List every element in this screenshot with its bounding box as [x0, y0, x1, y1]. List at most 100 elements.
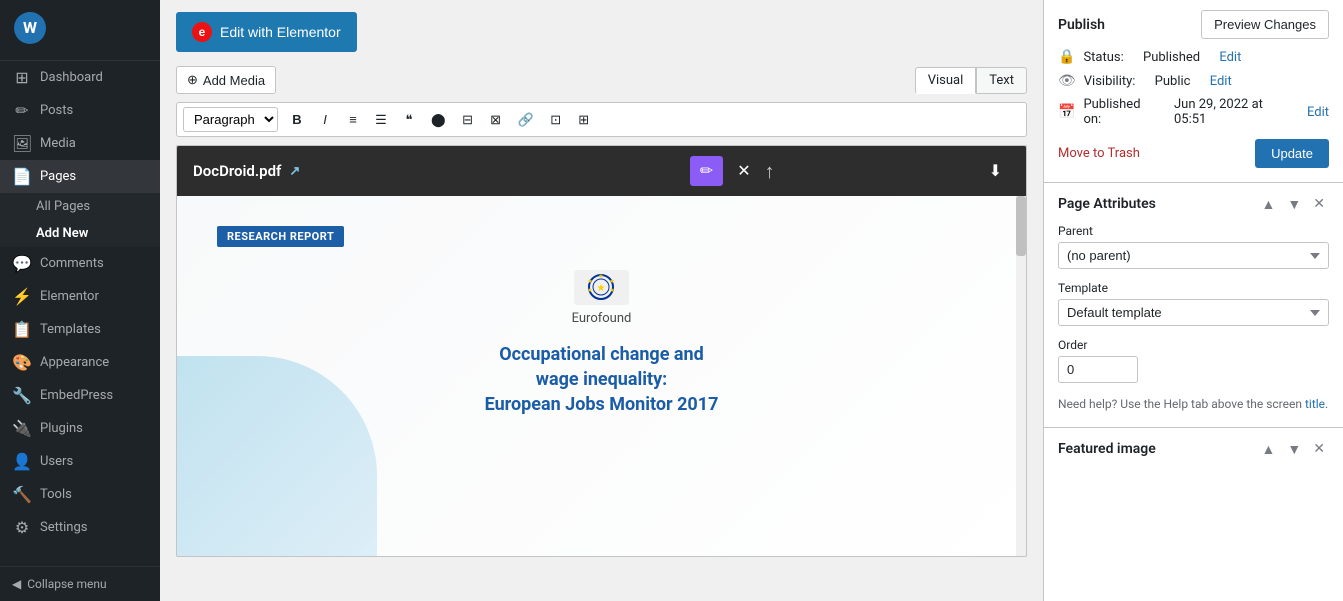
published-row: 📅 Published on: Jun 29, 2022 at 05:51 Ed…: [1058, 97, 1329, 127]
text-tab[interactable]: Text: [976, 67, 1027, 94]
pdf-scrollbar-thumb: [1016, 196, 1026, 256]
sidebar-item-comments[interactable]: 💬 Comments: [0, 247, 160, 280]
published-value: Jun 29, 2022 at 05:51: [1174, 97, 1288, 127]
sidebar-subitem-all-pages[interactable]: All Pages: [0, 193, 160, 220]
update-button[interactable]: Update: [1255, 139, 1329, 168]
sidebar-item-embedpress[interactable]: 🔧 EmbedPress: [0, 379, 160, 412]
pdf-block-controls: ✏ ✕ ↑ ⬇: [690, 156, 1010, 186]
table-button[interactable]: ⊞: [571, 108, 597, 132]
external-link-icon: ↗: [289, 164, 300, 179]
featured-up-button[interactable]: ▲: [1258, 439, 1280, 459]
visibility-edit-link[interactable]: Edit: [1210, 74, 1232, 89]
sidebar-item-posts[interactable]: ✏ Posts: [0, 94, 160, 127]
preview-changes-button[interactable]: Preview Changes: [1201, 10, 1329, 39]
media-toolbar-row: ⊕ Add Media Visual Text: [176, 66, 1027, 94]
publish-section: Publish Preview Changes 🔒 Status: Publis…: [1044, 0, 1343, 183]
pdf-edit-button[interactable]: ✏: [690, 156, 723, 186]
eurofound-logo: ★ ★ ★ ★ ★ ★ Eurofound: [572, 267, 632, 326]
collapse-menu-button[interactable]: ◀ Collapse menu: [0, 566, 160, 601]
visibility-row: 👁 Visibility: Public Edit: [1058, 73, 1329, 89]
page-attributes-header: Page Attributes ▲ ▼ ✕: [1058, 193, 1329, 214]
featured-down-button[interactable]: ▼: [1283, 439, 1305, 459]
sidebar-item-label: Plugins: [40, 421, 83, 436]
pdf-scrollbar[interactable]: [1016, 196, 1026, 556]
sidebar-logo: W: [0, 0, 160, 61]
plugins-icon: 🔌: [12, 419, 32, 438]
svg-text:★: ★: [609, 287, 614, 294]
align-right-button[interactable]: ⊠: [483, 108, 509, 132]
pages-submenu: All Pages Add New: [0, 193, 160, 247]
parent-select[interactable]: (no parent): [1058, 242, 1329, 269]
panel-close-button[interactable]: ✕: [1309, 193, 1329, 214]
unordered-list-button[interactable]: ≡: [340, 108, 366, 131]
template-select[interactable]: Default template: [1058, 299, 1329, 326]
sidebar-item-templates[interactable]: 📋 Templates: [0, 313, 160, 346]
research-badge: RESEARCH REPORT: [217, 226, 344, 247]
edit-elementor-button[interactable]: e Edit with Elementor: [176, 12, 357, 52]
sidebar-item-label: Templates: [40, 322, 101, 337]
link-button[interactable]: 🔗: [511, 108, 541, 132]
move-to-trash-link[interactable]: Move to Trash: [1058, 146, 1140, 161]
sidebar-item-label: Pages: [40, 169, 76, 184]
more-button[interactable]: ⊡: [543, 108, 569, 132]
pdf-block-header: DocDroid.pdf ↗ ✏ ✕ ↑ ⬇: [177, 146, 1026, 196]
status-edit-link[interactable]: Edit: [1219, 50, 1241, 65]
sidebar-item-dashboard[interactable]: ⊞ Dashboard: [0, 61, 160, 94]
sidebar-item-label: Dashboard: [40, 70, 103, 85]
sidebar-item-tools[interactable]: 🔨 Tools: [0, 478, 160, 511]
sidebar-item-users[interactable]: 👤 Users: [0, 445, 160, 478]
featured-image-title: Featured image: [1058, 441, 1156, 457]
add-media-label: Add Media: [203, 73, 265, 88]
featured-close-button[interactable]: ✕: [1309, 438, 1329, 459]
svg-text:★: ★: [587, 278, 592, 285]
panel-down-button[interactable]: ▼: [1283, 194, 1305, 214]
bold-button[interactable]: B: [284, 108, 310, 131]
elementor-logo-icon: e: [192, 22, 212, 42]
visibility-icon: 👁: [1058, 73, 1076, 89]
posts-icon: ✏: [12, 101, 32, 120]
panel-up-button[interactable]: ▲: [1258, 194, 1280, 214]
add-media-icon: ⊕: [187, 72, 198, 88]
svg-text:★: ★: [609, 278, 614, 285]
template-field-group: Template Default template: [1058, 281, 1329, 326]
pdf-download-button[interactable]: ⬇: [981, 157, 1010, 185]
align-center-button[interactable]: ⊟: [455, 108, 481, 132]
help-title-link[interactable]: title: [1305, 397, 1325, 411]
published-edit-link[interactable]: Edit: [1307, 105, 1329, 120]
editor-content: DocDroid.pdf ↗ ✏ ✕ ↑ ⬇ RES: [176, 145, 1027, 557]
order-input[interactable]: [1058, 356, 1138, 383]
embedpress-icon: 🔧: [12, 386, 32, 405]
sidebar-item-media[interactable]: 🖼 Media: [0, 127, 160, 160]
page-attributes-section: Page Attributes ▲ ▼ ✕ Parent (no parent)…: [1044, 183, 1343, 428]
paragraph-select[interactable]: Paragraph Heading 1 Heading 2: [183, 107, 278, 132]
status-icon: 🔒: [1058, 49, 1075, 65]
tools-icon: 🔨: [12, 485, 32, 504]
panel-controls: ▲ ▼ ✕: [1258, 193, 1329, 214]
visual-tab[interactable]: Visual: [915, 67, 977, 94]
blockquote-button[interactable]: ❝: [396, 108, 422, 132]
sidebar-subitem-add-new[interactable]: Add New: [0, 220, 160, 247]
template-label: Template: [1058, 281, 1329, 295]
sidebar-item-settings[interactable]: ⚙ Settings: [0, 511, 160, 544]
sidebar-item-label: Posts: [40, 103, 73, 118]
sidebar-item-label: Users: [40, 454, 73, 469]
sidebar-item-label: Appearance: [40, 355, 109, 370]
sidebar-item-appearance[interactable]: 🎨 Appearance: [0, 346, 160, 379]
comments-icon: 💬: [12, 254, 32, 273]
align-left-button[interactable]: ⬤: [424, 108, 453, 132]
italic-button[interactable]: I: [312, 108, 338, 131]
edit-elementor-label: Edit with Elementor: [220, 24, 341, 40]
format-toolbar: Paragraph Heading 1 Heading 2 B I ≡ ☰ ❝ …: [176, 102, 1027, 137]
add-media-button[interactable]: ⊕ Add Media: [176, 66, 276, 94]
sidebar-item-plugins[interactable]: 🔌 Plugins: [0, 412, 160, 445]
sidebar-item-label: Elementor: [40, 289, 99, 304]
pdf-close-button[interactable]: ✕: [729, 157, 758, 185]
help-text: Need help? Use the Help tab above the sc…: [1058, 395, 1329, 413]
eurofound-name: Eurofound: [572, 311, 632, 326]
pdf-embed-block: DocDroid.pdf ↗ ✏ ✕ ↑ ⬇ RES: [177, 146, 1026, 556]
ordered-list-button[interactable]: ☰: [368, 108, 394, 132]
sidebar-item-pages[interactable]: 📄 Pages: [0, 160, 160, 193]
status-row: 🔒 Status: Published Edit: [1058, 49, 1329, 65]
sidebar-item-elementor[interactable]: ⚡ Elementor: [0, 280, 160, 313]
parent-label: Parent: [1058, 224, 1329, 238]
